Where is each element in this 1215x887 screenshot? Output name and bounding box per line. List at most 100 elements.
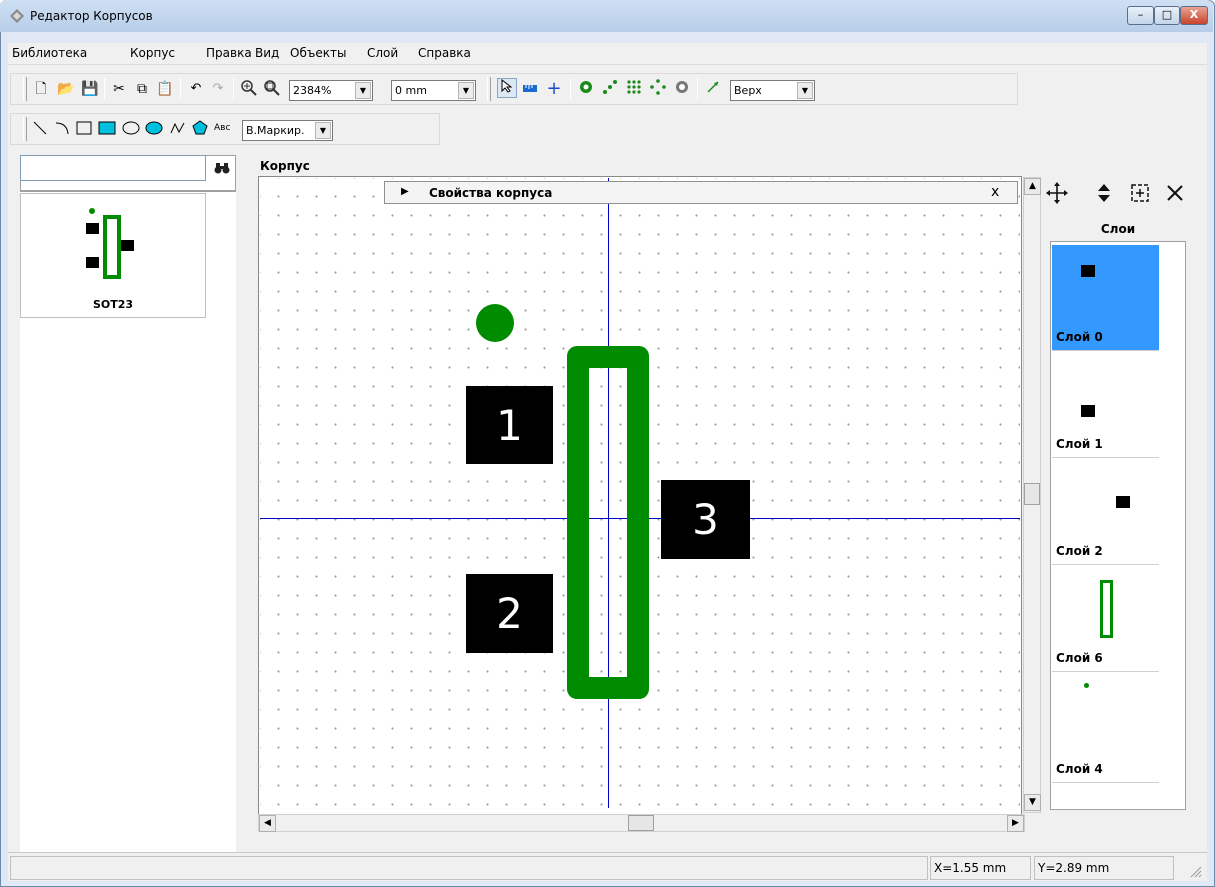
pad-3[interactable]: 3	[661, 480, 750, 559]
y-coordinate: Y=2.89 mm	[1034, 856, 1174, 880]
menu-package[interactable]: Корпус	[130, 46, 175, 60]
toolbar-grip[interactable]	[23, 77, 27, 101]
measure-tool-icon[interactable]	[520, 79, 540, 99]
menu-view[interactable]: Вид	[255, 46, 279, 60]
pad-2[interactable]: 2	[466, 574, 553, 653]
layer-fit-icon[interactable]	[1130, 183, 1150, 206]
scroll-down-icon[interactable]: ▼	[1024, 794, 1041, 811]
menu-library[interactable]: Библиотека	[12, 46, 87, 60]
draw-layer-value: В.Маркир.	[246, 124, 305, 137]
redo-icon[interactable]: ↷	[208, 79, 228, 99]
window-title: Редактор Корпусов	[30, 9, 153, 23]
layer-0-label: Слой 0	[1052, 330, 1159, 344]
pad-circle-icon[interactable]	[648, 79, 668, 99]
scroll-right-icon[interactable]: ▶	[1007, 815, 1024, 832]
search-input[interactable]	[20, 155, 206, 181]
layer-order-icon[interactable]	[1097, 182, 1111, 207]
layer-item-2[interactable]: Слой 2	[1052, 459, 1159, 565]
select-pointer-icon[interactable]	[497, 78, 517, 98]
scroll-up-icon[interactable]: ▲	[1024, 178, 1041, 195]
layer-1-label: Слой 1	[1056, 437, 1103, 451]
undo-icon[interactable]: ↶	[186, 79, 206, 99]
maximize-button[interactable]: □	[1154, 6, 1180, 25]
paste-icon[interactable]: 📋	[155, 79, 175, 99]
close-button[interactable]: X	[1180, 6, 1208, 25]
zoom-combo[interactable]: 2384% ▼	[289, 80, 373, 101]
pad-line-icon[interactable]	[600, 79, 620, 99]
save-icon[interactable]: 💾	[80, 79, 100, 99]
line-tool-icon[interactable]	[30, 120, 50, 140]
layer-item-3[interactable]: Слой 6	[1052, 566, 1159, 672]
zoom-fit-icon[interactable]	[262, 79, 282, 99]
chevron-down-icon[interactable]: ▼	[355, 82, 371, 99]
binoculars-icon[interactable]	[214, 161, 230, 179]
layer-item-1[interactable]: Слой 1	[1052, 352, 1159, 458]
separator	[697, 78, 698, 100]
layer-6-preview	[1100, 580, 1113, 638]
zoom-value: 2384%	[293, 84, 332, 97]
minimize-button[interactable]: –	[1127, 6, 1154, 25]
origin-cross-icon[interactable]: +	[544, 79, 564, 99]
layers-header: Слои	[1050, 216, 1186, 242]
chevron-down-icon[interactable]: ▼	[797, 82, 813, 99]
side-combo[interactable]: Верх ▼	[730, 80, 815, 101]
resize-grip-icon[interactable]	[1188, 864, 1202, 881]
scroll-left-icon[interactable]: ◀	[259, 815, 276, 832]
ellipse-tool-icon[interactable]	[121, 120, 141, 140]
arc-tool-icon[interactable]	[52, 120, 72, 140]
filled-ellipse-tool-icon[interactable]	[144, 120, 164, 140]
chevron-down-icon[interactable]: ▼	[458, 82, 474, 99]
layer-0-preview	[1081, 265, 1095, 277]
side-value: Верх	[734, 84, 762, 97]
cut-icon[interactable]: ✂	[109, 79, 129, 99]
silkscreen-body-outline[interactable]	[567, 346, 649, 699]
polygon-tool-icon[interactable]	[190, 120, 210, 140]
layer-item-0[interactable]: Слой 0	[1052, 245, 1159, 351]
menu-objects[interactable]: Объекты	[290, 46, 346, 60]
layer-1-preview	[1081, 405, 1095, 417]
zoom-in-icon[interactable]	[239, 79, 259, 99]
horizontal-scroll-thumb[interactable]	[628, 815, 654, 831]
footprint-canvas[interactable]: 1 2 3	[260, 178, 1020, 808]
expand-triangle-icon[interactable]: ▶	[401, 186, 409, 197]
menu-edit[interactable]: Правка	[206, 46, 252, 60]
close-layers-icon[interactable]	[1165, 183, 1185, 206]
draw-layer-combo[interactable]: В.Маркир. ▼	[242, 120, 333, 141]
status-message	[10, 856, 928, 880]
properties-title: Свойства корпуса	[429, 186, 553, 200]
separator	[104, 78, 105, 100]
grid-step-combo[interactable]: 0 mm ▼	[391, 80, 476, 101]
chevron-down-icon[interactable]: ▼	[315, 122, 331, 139]
canvas-group-label: Корпус	[260, 159, 310, 173]
toolbar-grip[interactable]	[487, 77, 491, 101]
move-icon[interactable]	[1046, 182, 1068, 207]
open-folder-icon[interactable]: 📂	[56, 79, 76, 99]
pin1-marker-dot[interactable]	[476, 304, 514, 342]
copy-icon[interactable]: ⧉	[132, 79, 152, 99]
layer-2-label: Слой 2	[1056, 544, 1103, 558]
vertical-scroll-thumb[interactable]	[1024, 483, 1040, 505]
toolbar-grip[interactable]	[23, 117, 27, 141]
dimension-icon[interactable]	[703, 79, 723, 99]
properties-bar[interactable]: ▶ Свойства корпуса x	[384, 181, 1018, 204]
layer-4-label: Слой 4	[1056, 762, 1103, 776]
text-tool[interactable]: Авс	[214, 123, 230, 133]
horizontal-scrollbar[interactable]: ◀ ▶	[258, 814, 1025, 832]
layer-4-preview	[1084, 683, 1089, 688]
grid-step-value: 0 mm	[395, 84, 427, 97]
vertical-scrollbar[interactable]: ▲ ▼	[1023, 177, 1041, 813]
new-file-icon[interactable]: 🗋	[31, 79, 51, 99]
menu-layer[interactable]: Слой	[367, 46, 398, 60]
layer-item-4[interactable]: Слой 4	[1052, 673, 1159, 783]
title-bar[interactable]	[0, 0, 1213, 32]
menu-help[interactable]: Справка	[418, 46, 471, 60]
pad-1[interactable]: 1	[466, 386, 553, 464]
filled-rectangle-tool-icon[interactable]	[97, 120, 117, 140]
layer-2-preview	[1116, 496, 1130, 508]
hole-icon[interactable]	[672, 79, 692, 99]
rectangle-tool-icon[interactable]	[74, 120, 94, 140]
properties-close-button[interactable]: x	[991, 184, 999, 200]
polyline-tool-icon[interactable]	[168, 120, 188, 140]
pad-icon[interactable]	[576, 79, 596, 99]
pad-array-icon[interactable]	[624, 79, 644, 99]
